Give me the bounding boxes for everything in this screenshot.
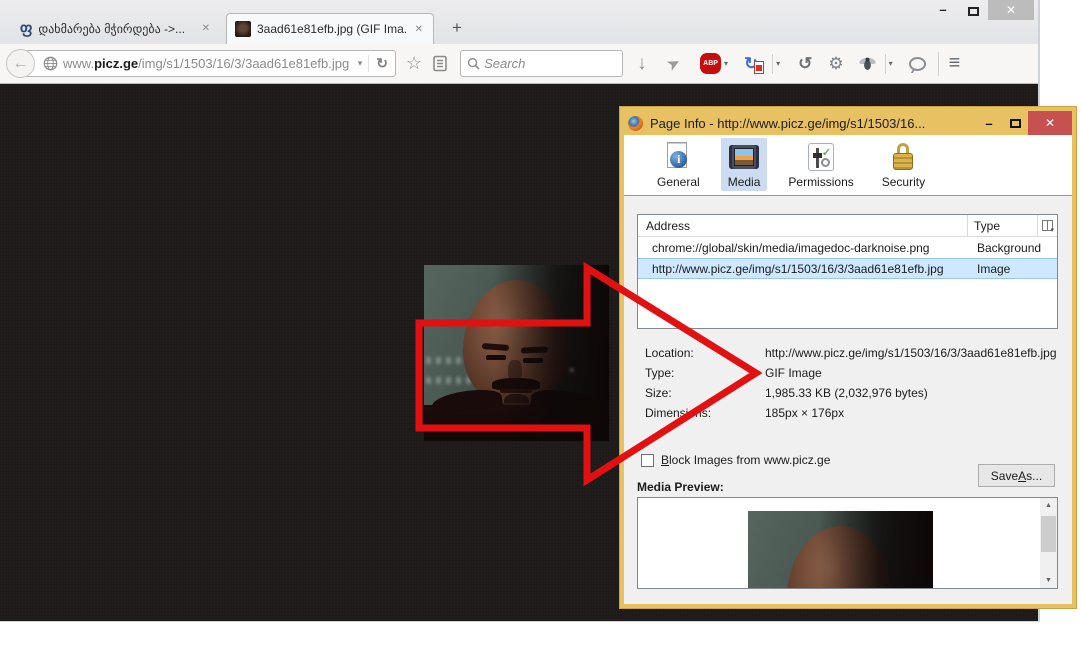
tab-label: Media [727,175,761,189]
session-restore-icon[interactable]: ↺ [798,54,812,74]
adblock-dropdown-icon[interactable]: ▾ [724,59,728,68]
row-address: http://www.picz.ge/img/s1/1503/16/3/3aad… [652,261,944,276]
tab-label: General [657,175,700,189]
url-bar[interactable]: www.picz.ge/img/s1/1503/16/3/3aad61e81ef… [20,50,396,77]
search-input[interactable] [484,56,595,71]
tab-forum[interactable]: ფ დახმარება მჭირდება ->... ✕ [12,13,220,44]
detail-value: 185px × 176px [765,406,845,420]
tab-label: Permissions [788,175,854,189]
detail-size: Size: 1,985.33 KB (2,032,976 bytes) [645,386,1073,400]
dialog-window-controls: – ✕ [976,111,1072,135]
detail-value: GIF Image [765,366,822,380]
row-type: Image [977,261,1011,276]
search-box[interactable] [460,50,624,77]
fly-dropdown-icon[interactable]: ▾ [889,59,893,68]
navigation-toolbar: ← www.picz.ge/img/s1/1503/16/3/3aad61e81… [0,44,1038,84]
preview-scrollbar[interactable]: ▲ ▼ [1040,498,1057,588]
detail-label: Dimensions: [645,406,712,420]
image-favicon-icon [235,21,251,37]
forum-favicon-icon: ფ [20,19,33,37]
dialog-close-button[interactable]: ✕ [1028,111,1072,135]
bookmark-star-icon[interactable]: ☆ [406,53,422,74]
tab-close-icon[interactable]: ✕ [413,22,425,37]
security-lock-icon [887,141,919,173]
permissions-sliders-icon: ✓ [805,141,837,173]
window-controls: – ✕ [928,0,1034,20]
downloads-icon[interactable]: ↓ [637,53,647,75]
scroll-up-icon[interactable]: ▲ [1040,498,1057,513]
tab-title: 3aad61e81efb.jpg (GIF Ima... [257,22,407,36]
table-row-selected[interactable]: http://www.picz.ge/img/s1/1503/16/3/3aad… [638,258,1057,279]
tab-close-icon[interactable]: ✕ [200,21,212,36]
dialog-body: Address Type chrome://global/skin/media/… [624,196,1072,603]
search-icon [467,57,480,70]
fly-extension-icon[interactable] [858,55,877,72]
dialog-maximize-button[interactable] [1002,118,1028,128]
dialog-tab-bar: i General Media ✓ Permissions Security [624,135,1072,196]
minimize-button[interactable]: – [928,0,958,17]
url-dropdown-icon[interactable]: ▾ [352,58,369,69]
close-button[interactable]: ✕ [988,0,1034,20]
media-preview-box: ▲ ▼ [637,497,1058,589]
general-info-icon: i [662,141,694,173]
send-page-icon[interactable]: ➤ [663,52,684,76]
url-text: www.picz.ge/img/s1/1503/16/3/3aad61e81ef… [63,56,350,71]
firefox-icon [628,115,643,131]
tab-title: დახმარება მჭირდება ->... [38,21,186,36]
scrollbar-thumb[interactable] [1041,516,1056,552]
row-address: chrome://global/skin/media/imagedoc-dark… [652,240,930,255]
column-type[interactable]: Type [967,215,1037,236]
tab-security[interactable]: Security [875,138,932,191]
desktop: ფ დახმარება მჭირდება ->... ✕ 3aad61e81ef… [0,0,1081,649]
reload-button[interactable]: ↻ [368,55,395,72]
pdf-converter-icon[interactable]: ↻ [744,54,765,74]
tab-general[interactable]: i General [650,138,707,191]
tab-permissions[interactable]: ✓ Permissions [781,138,860,191]
scroll-down-icon[interactable]: ▼ [1040,573,1057,588]
toolbar-divider [884,53,886,74]
settings-gear-icon[interactable]: ⚙ [828,54,843,74]
detail-value: 1,985.33 KB (2,032,976 bytes) [765,386,928,400]
tab-strip: ფ დახმარება მჭირდება ->... ✕ 3aad61e81ef… [0,0,1038,44]
adblock-plus-icon[interactable]: ABP [700,53,722,74]
column-picker-icon[interactable] [1037,215,1057,236]
detail-label: Type: [645,366,675,380]
row-type: Background [977,240,1042,255]
feedback-bubble-icon[interactable] [908,56,926,71]
media-address-table: Address Type chrome://global/skin/media/… [637,214,1058,329]
block-images-row: Block Images from www.picz.ge [641,453,830,467]
media-filmstrip-icon [728,141,760,173]
preview-image [748,511,933,588]
dialog-titlebar[interactable]: Page Info - http://www.picz.ge/img/s1/15… [624,111,1072,135]
new-tab-button[interactable]: + [444,18,470,38]
toolbar-divider [937,51,939,76]
page-info-dialog: Page Info - http://www.picz.ge/img/s1/15… [620,107,1076,608]
page-image [424,265,609,441]
detail-label: Location: [645,346,694,360]
toolbar-divider [772,53,774,74]
detail-value: http://www.picz.ge/img/s1/1503/16/3/3aad… [765,346,1057,360]
maximize-button[interactable] [958,0,988,16]
detail-label: Size: [645,386,672,400]
save-as-button[interactable]: Save As... [978,464,1055,487]
detail-location: Location: http://www.picz.ge/img/s1/1503… [645,346,1073,360]
table-header[interactable]: Address Type [638,215,1057,237]
bookmarks-panel-icon[interactable] [432,55,448,72]
pdf-dropdown-icon[interactable]: ▾ [776,59,780,68]
detail-dimensions: Dimensions: 185px × 176px [645,406,1073,420]
tab-image-active[interactable]: 3aad61e81efb.jpg (GIF Ima... ✕ [226,13,434,44]
block-images-label: Block Images from www.picz.ge [661,453,831,467]
media-preview-label: Media Preview: [637,480,724,494]
tab-media[interactable]: Media [720,138,768,191]
table-row[interactable]: chrome://global/skin/media/imagedoc-dark… [638,237,1057,258]
column-address[interactable]: Address [638,219,967,233]
dialog-minimize-button[interactable]: – [976,116,1002,131]
menu-hamburger-icon[interactable]: ≡ [949,52,961,75]
back-button[interactable]: ← [6,49,35,78]
globe-icon [43,56,58,71]
tab-label: Security [881,175,926,189]
block-images-checkbox[interactable] [641,453,654,467]
dialog-title: Page Info - http://www.picz.ge/img/s1/15… [650,115,926,131]
detail-type: Type: GIF Image [645,366,1073,380]
